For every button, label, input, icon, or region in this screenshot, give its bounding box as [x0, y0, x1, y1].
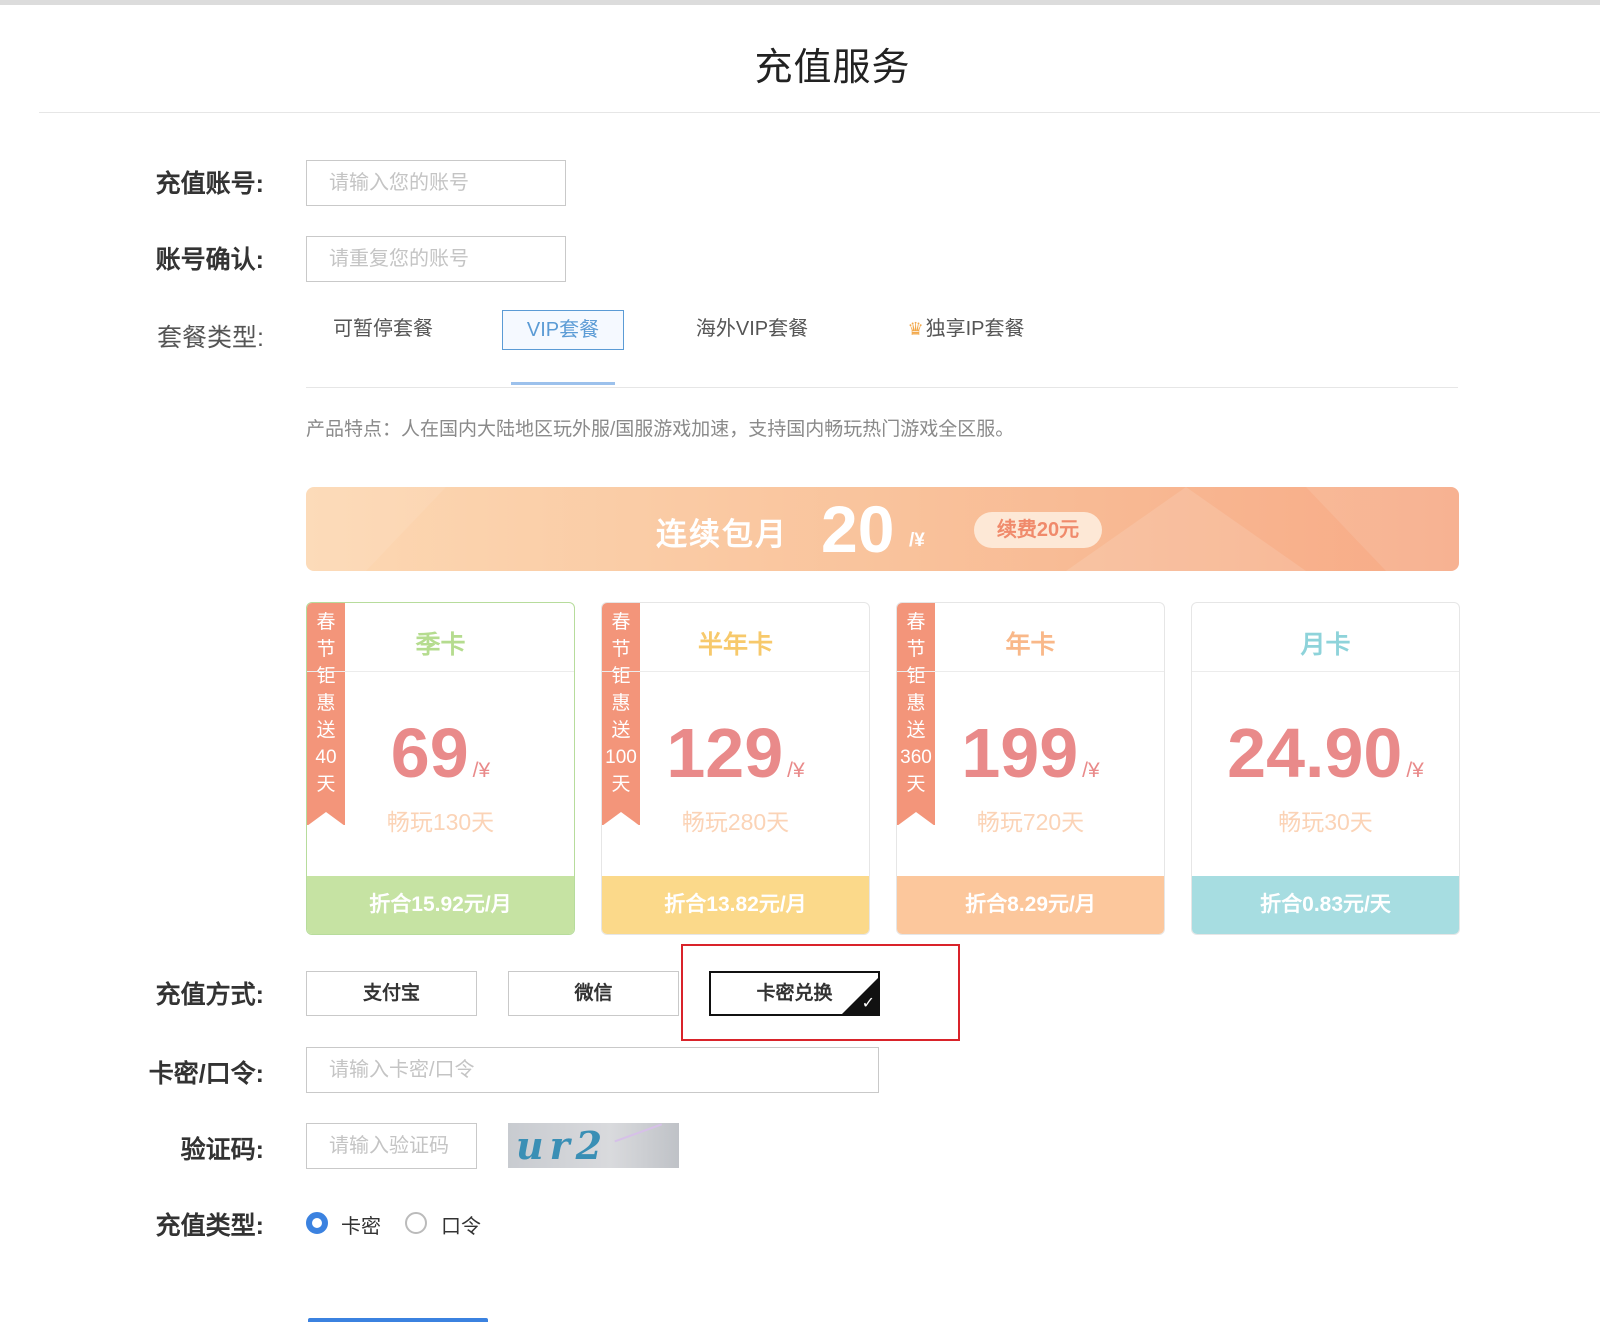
tab-divider [306, 387, 1458, 388]
recharge-type-label: 充值类型: [155, 1212, 264, 1240]
ribbon-char: 钜 [611, 666, 631, 687]
plan-name: 年卡 [1005, 631, 1056, 659]
crown-icon: ♛ [907, 319, 924, 339]
account-label: 充值账号: [155, 170, 264, 198]
tab-dedicated-ip-label: 独享IP套餐 [925, 318, 1025, 340]
tab-overseas-vip-package[interactable]: 海外VIP套餐 [684, 310, 820, 350]
plan-price-value: 199 [961, 714, 1079, 792]
card-code-input[interactable] [306, 1047, 879, 1093]
plan-divider [897, 671, 1164, 672]
plan-card-yearly[interactable]: 春 节 钜 惠 送 360 天 年卡 199/¥ 畅玩720天 折合8.29元/… [896, 602, 1165, 935]
plan-price-value: 69 [390, 714, 469, 792]
captcha-input[interactable] [306, 1123, 477, 1169]
ribbon-char: 钜 [906, 666, 926, 687]
banner-unit: /¥ [909, 530, 925, 551]
plan-price-unit: /¥ [1406, 759, 1424, 782]
plan-price: 129/¥ [602, 713, 869, 793]
captcha-noise [614, 1123, 672, 1168]
plan-card-half-year[interactable]: 春 节 钜 惠 送 100 天 半年卡 129/¥ 畅玩280天 折合13.82… [601, 602, 870, 935]
package-type-label: 套餐类型: [157, 324, 264, 352]
plan-price-value: 24.90 [1227, 714, 1403, 792]
radio-passphrase[interactable] [405, 1212, 427, 1234]
title-divider [39, 112, 1600, 113]
radio-passphrase-label[interactable]: 口令 [441, 1210, 481, 1239]
plan-price-value: 129 [666, 714, 784, 792]
active-tab-indicator [511, 382, 615, 385]
banner-label: 连续包月 [656, 517, 788, 552]
alipay-button[interactable]: 支付宝 [306, 971, 477, 1016]
plan-days: 畅玩30天 [1278, 809, 1373, 835]
page-title: 充值服务 [754, 47, 911, 89]
plan-divider [1192, 671, 1459, 672]
captcha-image[interactable]: ur2 [508, 1123, 679, 1168]
account-confirm-input[interactable] [306, 236, 566, 282]
captcha-label: 验证码: [180, 1136, 264, 1164]
plan-price: 199/¥ [897, 713, 1164, 793]
product-feature-text: 产品特点：人在国内大陆地区玩外服/国服游戏加速，支持国内畅玩热门游戏全区服。 [306, 419, 1015, 440]
radio-card-secret[interactable] [306, 1212, 328, 1234]
plan-price: 69/¥ [307, 713, 574, 793]
submit-button[interactable] [308, 1318, 488, 1322]
plan-card-quarterly[interactable]: 春 节 钜 惠 送 40 天 季卡 69/¥ 畅玩130天 折合15.92元/月 [306, 602, 575, 935]
plan-card-monthly[interactable]: 月卡 24.90/¥ 畅玩30天 折合0.83元/天 [1191, 602, 1460, 935]
plan-rate: 折合8.29元/月 [897, 876, 1164, 934]
plan-divider [602, 671, 869, 672]
plan-price-unit: /¥ [472, 759, 491, 782]
plan-rate: 折合15.92元/月 [307, 876, 574, 934]
plan-price-unit: /¥ [1082, 759, 1100, 782]
highlight-box [681, 944, 960, 1041]
card-code-label: 卡密/口令: [148, 1060, 264, 1088]
plan-days: 畅玩130天 [386, 809, 495, 835]
tab-vip-package[interactable]: VIP套餐 [502, 310, 624, 350]
account-confirm-label: 账号确认: [155, 246, 264, 274]
tab-dedicated-ip-package[interactable]: ♛ 独享IP套餐 [896, 310, 1036, 350]
ribbon-char: 钜 [316, 666, 336, 687]
plan-rate: 折合0.83元/天 [1192, 876, 1459, 934]
banner-price: 20 [821, 492, 895, 566]
renew-badge[interactable]: 续费20元 [974, 512, 1102, 548]
tab-pausable-package[interactable]: 可暂停套餐 [318, 310, 448, 350]
monthly-subscription-banner[interactable]: 连续包月 20 /¥ 续费20元 [306, 487, 1459, 571]
plan-days: 畅玩720天 [976, 809, 1085, 835]
plan-divider [307, 671, 574, 672]
plan-name: 月卡 [1300, 631, 1351, 659]
plan-price-unit: /¥ [787, 759, 805, 782]
captcha-image-text: ur2 [516, 1123, 609, 1168]
plan-name: 半年卡 [697, 631, 773, 659]
plan-price: 24.90/¥ [1192, 713, 1459, 793]
top-border [0, 0, 1600, 5]
plan-rate: 折合13.82元/月 [602, 876, 869, 934]
payment-method-label: 充值方式: [155, 981, 264, 1009]
radio-card-secret-label[interactable]: 卡密 [341, 1210, 381, 1239]
plan-name: 季卡 [415, 631, 466, 659]
account-input[interactable] [306, 160, 566, 206]
plan-days: 畅玩280天 [681, 809, 790, 835]
wechat-pay-button[interactable]: 微信 [508, 971, 679, 1016]
